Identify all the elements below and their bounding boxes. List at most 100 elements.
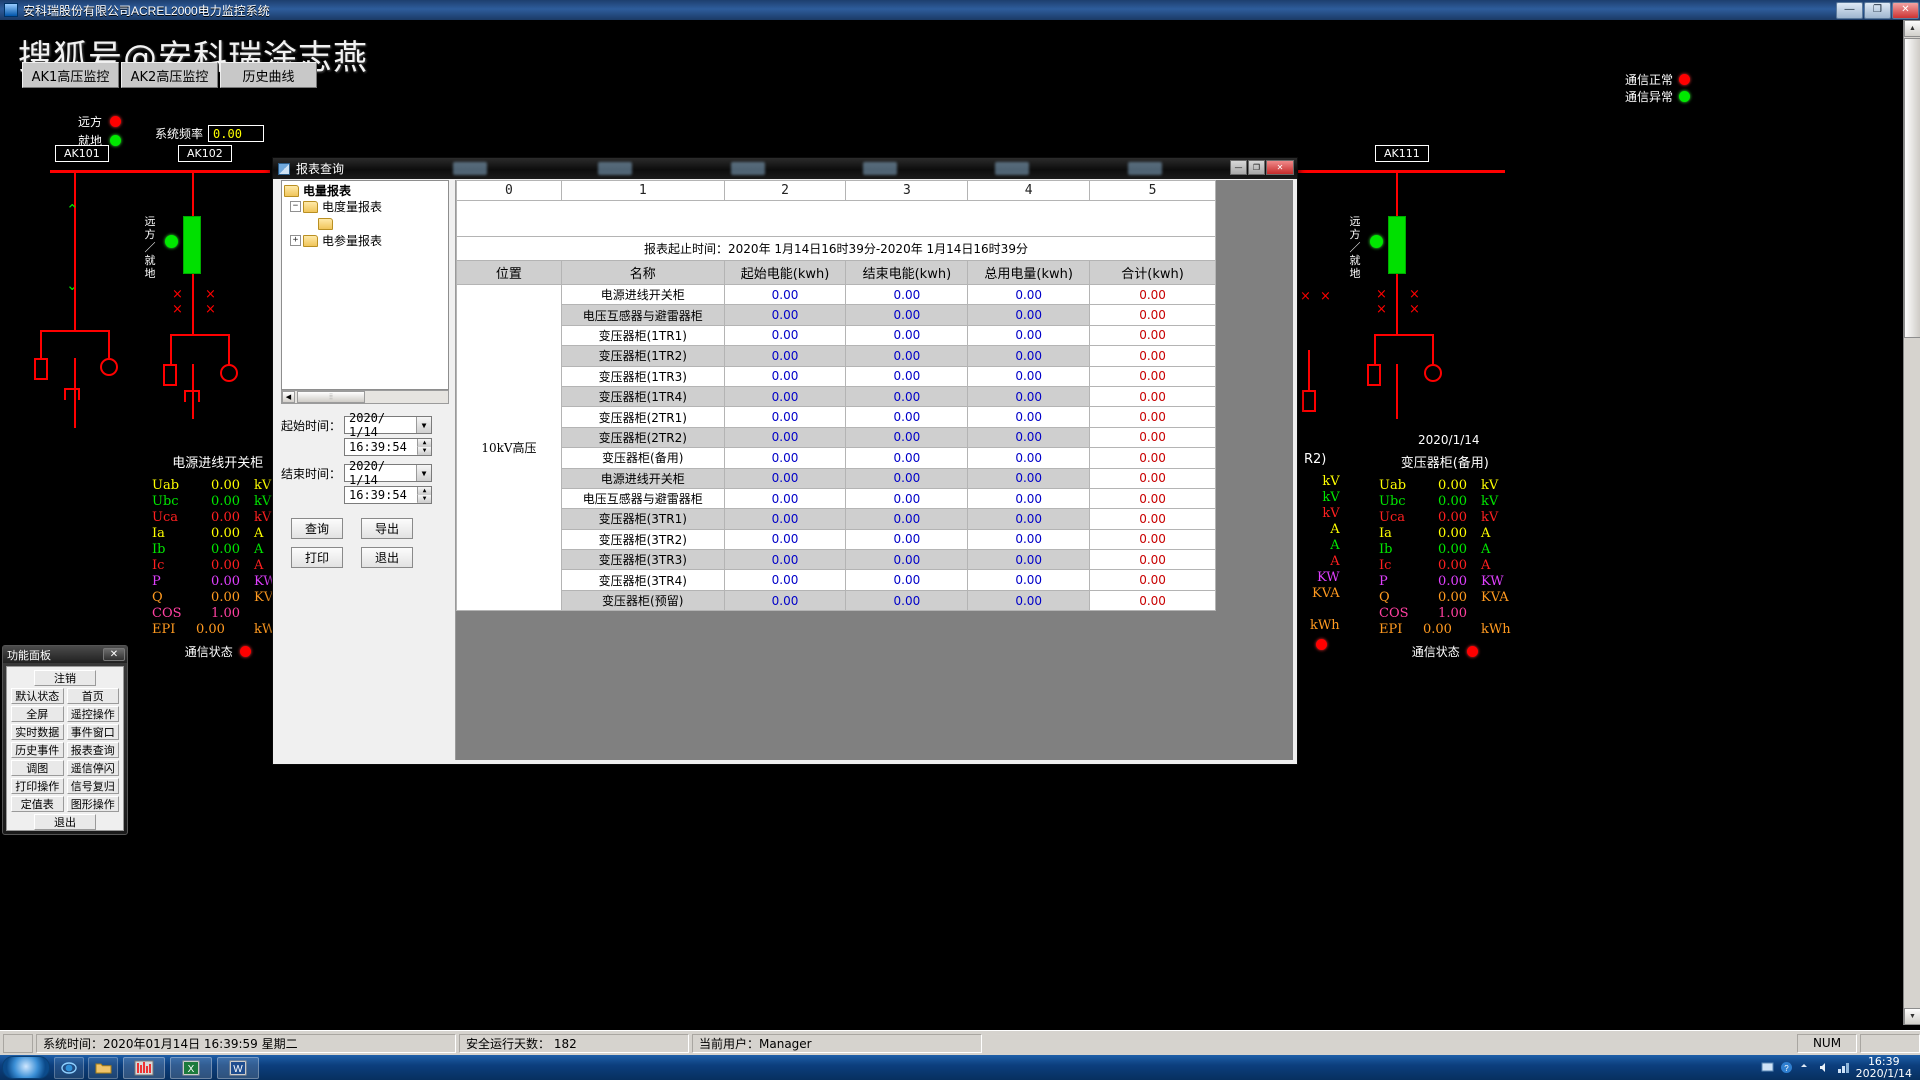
close-button[interactable]: ✕ [1892, 1, 1919, 19]
dialog-exit-button[interactable]: 退出 [361, 547, 413, 568]
tree-node-child-empty[interactable] [282, 215, 448, 232]
table-row[interactable]: 变压器柜(2TR2) 0.00 0.00 0.00 0.00 [457, 426, 1216, 449]
excel-icon: X [182, 1060, 200, 1075]
taskbar-item-scada[interactable] [123, 1056, 165, 1079]
switch-diagram-button[interactable]: 调图 [11, 760, 64, 776]
measurement-row: A [1330, 537, 1340, 553]
tray-volume-icon[interactable] [1818, 1061, 1831, 1074]
row-sum: 0.00 [1089, 487, 1216, 510]
table-row[interactable]: 变压器柜(预留) 0.00 0.00 0.00 0.00 [457, 589, 1216, 612]
row-end: 0.00 [845, 508, 969, 530]
tree-node-param-report[interactable]: + 电参量报表 [282, 232, 448, 249]
start-time-input[interactable]: 16:39:54 ▲ ▼ [344, 438, 432, 456]
row-total: 0.00 [967, 508, 1091, 530]
tray-show-desktop-icon[interactable] [1761, 1061, 1774, 1074]
table-row[interactable]: 变压器柜(3TR2) 0.00 0.00 0.00 0.00 [457, 528, 1216, 551]
table-row[interactable]: 变压器柜(1TR3) 0.00 0.00 0.00 0.00 [457, 365, 1216, 387]
page-vertical-scrollbar[interactable]: ▲ ▼ [1903, 20, 1920, 1025]
query-button[interactable]: 查询 [291, 518, 343, 539]
table-row[interactable]: 变压器柜(1TR1) 0.00 0.00 0.00 0.00 [457, 324, 1216, 347]
row-name: 变压器柜(3TR4) [560, 569, 725, 591]
table-row[interactable]: 变压器柜(2TR1) 0.00 0.00 0.00 0.00 [457, 406, 1216, 428]
table-row[interactable]: 电源进线开关柜 0.00 0.00 0.00 0.00 [457, 467, 1216, 489]
report-close-button[interactable]: ✕ [1266, 160, 1294, 175]
chevron-down-icon[interactable]: ▼ [416, 465, 431, 481]
scada-canvas: 搜狐号@安科瑞涂志燕 AK1高压监控 AK2高压监控 历史曲线 通信正常 通信异… [0, 20, 1920, 1025]
tab-ak1[interactable]: AK1高压监控 [22, 62, 119, 88]
signal-reset-button[interactable]: 信号复归 [66, 778, 119, 794]
report-query-button[interactable]: 报表查询 [66, 742, 119, 758]
table-row[interactable]: 变压器柜(3TR1) 0.00 0.00 0.00 0.00 [457, 508, 1216, 530]
internet-explorer-icon[interactable] [54, 1056, 84, 1079]
function-panel-window: 功能面板 ✕ 注销 默认状态 首页 全屏 遥控操作 实时数据 事件窗口 历史事件… [2, 645, 128, 835]
spinner-down-icon[interactable]: ▼ [417, 447, 431, 455]
tree-node-root[interactable]: 电量报表 [282, 181, 448, 198]
default-state-button[interactable]: 默认状态 [11, 688, 64, 704]
row-total: 0.00 [967, 365, 1091, 387]
table-row[interactable]: 电压互感器与避雷器柜 0.00 0.00 0.00 0.00 [457, 304, 1216, 326]
report-maximize-button[interactable]: ❐ [1248, 160, 1265, 175]
table-row[interactable]: 变压器柜(1TR2) 0.00 0.00 0.00 0.00 [457, 345, 1216, 367]
scroll-down-arrow-icon[interactable]: ▼ [1904, 1008, 1920, 1025]
scroll-up-arrow-icon[interactable]: ▲ [1904, 20, 1920, 37]
report-tree[interactable]: 电量报表 − 电度量报表 + 电参量报表 [281, 180, 449, 390]
function-panel-close-button[interactable]: ✕ [103, 648, 125, 661]
spinner-arrows[interactable]: ▲ ▼ [417, 487, 431, 503]
taskbar-clock[interactable]: 16:39 2020/1/14 [1856, 1055, 1912, 1080]
minimize-button[interactable]: — [1836, 1, 1863, 19]
table-row[interactable]: 电压互感器与避雷器柜 0.00 0.00 0.00 0.00 [457, 487, 1216, 510]
start-button[interactable] [2, 1056, 50, 1079]
tray-network-icon[interactable] [1837, 1061, 1850, 1074]
circuit-breaker-closed[interactable] [183, 216, 201, 274]
table-row[interactable]: 10kV高压 电源进线开关柜 0.00 0.00 0.00 0.00 [456, 283, 1216, 612]
maximize-button[interactable]: ❐ [1864, 1, 1891, 19]
taskbar-item-excel[interactable]: X [170, 1056, 212, 1079]
tray-help-icon[interactable]: ? [1780, 1061, 1793, 1074]
measurement-row: EPI 0.00 kWh [1379, 621, 1511, 637]
graphic-operation-button[interactable]: 图形操作 [66, 796, 119, 812]
row-sum: 0.00 [1089, 345, 1216, 367]
folder-explorer-icon[interactable] [88, 1056, 118, 1079]
end-time-input[interactable]: 16:39:54 ▲ ▼ [344, 486, 432, 504]
fullscreen-button[interactable]: 全屏 [11, 706, 64, 722]
end-date-input[interactable]: 2020/ 1/14 ▼ [344, 459, 432, 487]
realtime-data-button[interactable]: 实时数据 [11, 724, 64, 740]
tree-horizontal-scrollbar[interactable]: ◀ ⦙⦙ [281, 390, 449, 404]
spinner-arrows[interactable]: ▲ ▼ [417, 439, 431, 455]
exit-button[interactable]: 退出 [34, 814, 96, 830]
chevron-down-icon[interactable]: ▼ [416, 417, 431, 433]
circuit-breaker-closed-right[interactable] [1388, 216, 1406, 274]
remote-control-button[interactable]: 遥控操作 [66, 706, 119, 722]
spinner-up-icon[interactable]: ▲ [417, 439, 431, 447]
spinner-down-icon[interactable]: ▼ [417, 495, 431, 503]
home-button[interactable]: 首页 [66, 688, 119, 704]
tab-ak2[interactable]: AK2高压监控 [121, 62, 218, 88]
start-date-input[interactable]: 2020/ 1/14 ▼ [344, 411, 432, 439]
event-window-button[interactable]: 事件窗口 [66, 724, 119, 740]
export-button[interactable]: 导出 [361, 518, 413, 539]
folder-icon [303, 200, 318, 213]
table-row[interactable]: 变压器柜(1TR4) 0.00 0.00 0.00 0.00 [457, 385, 1216, 408]
page-scroll-thumb[interactable] [1904, 38, 1920, 338]
table-row[interactable]: 变压器柜(3TR4) 0.00 0.00 0.00 0.00 [457, 569, 1216, 591]
logout-button[interactable]: 注销 [34, 670, 96, 686]
tree-toggle-minus-icon[interactable]: − [290, 201, 301, 212]
row-name: 变压器柜(3TR2) [560, 528, 725, 551]
print-operation-button[interactable]: 打印操作 [11, 778, 64, 794]
tree-node-energy-report[interactable]: − 电度量报表 [282, 198, 448, 215]
spinner-up-icon[interactable]: ▲ [417, 487, 431, 495]
scroll-thumb[interactable]: ⦙⦙ [297, 391, 365, 403]
tab-history-curve[interactable]: 历史曲线 [220, 62, 317, 88]
tree-toggle-plus-icon[interactable]: + [290, 235, 301, 246]
table-row[interactable]: 变压器柜(备用) 0.00 0.00 0.00 0.00 [457, 447, 1216, 469]
bus-label-ak111: AK111 [1375, 145, 1429, 162]
report-minimize-button[interactable]: — [1230, 160, 1247, 175]
history-events-button[interactable]: 历史事件 [11, 742, 64, 758]
scroll-left-arrow-icon[interactable]: ◀ [282, 391, 295, 403]
telesignal-flash-stop-button[interactable]: 遥信停闪 [66, 760, 119, 776]
print-button[interactable]: 打印 [291, 547, 343, 568]
table-row[interactable]: 变压器柜(3TR3) 0.00 0.00 0.00 0.00 [457, 549, 1216, 571]
setpoint-table-button[interactable]: 定值表 [11, 796, 64, 812]
tray-expand-icon[interactable] [1799, 1061, 1812, 1074]
taskbar-item-word[interactable]: W [217, 1056, 259, 1079]
